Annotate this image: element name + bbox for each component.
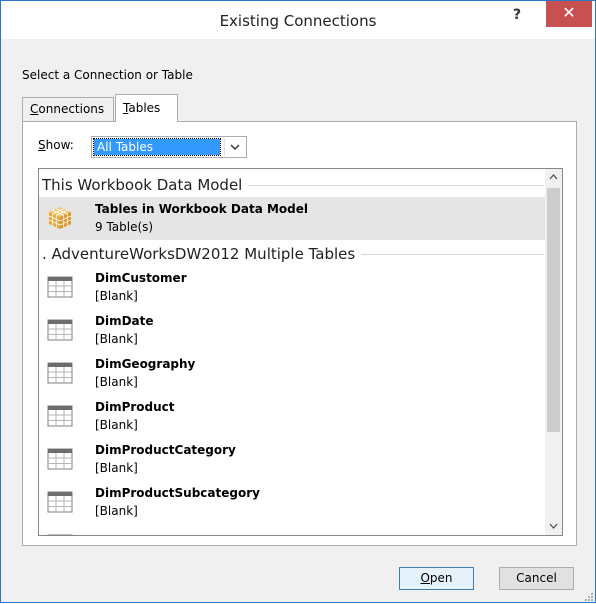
item-subtitle: [Blank] xyxy=(95,418,138,432)
tables-tab-panel: Show: All Tables This Workbook Data Mode… xyxy=(22,121,577,546)
open-button[interactable]: Open xyxy=(399,567,474,590)
group-header-label: This Workbook Data Model xyxy=(42,176,243,194)
list-item-dimgeography[interactable]: DimGeography [Blank] xyxy=(39,352,547,395)
tab-connections[interactable]: Connections xyxy=(22,97,114,121)
show-label: Show: xyxy=(38,138,74,152)
title-bar[interactable]: Existing Connections ? ✕ xyxy=(1,1,595,39)
show-dropdown[interactable]: All Tables xyxy=(91,136,247,158)
prompt-label: Select a Connection or Table xyxy=(22,68,193,82)
resize-grip-icon[interactable] xyxy=(583,590,593,601)
list-item-dimproduct[interactable]: DimProduct [Blank] xyxy=(39,395,547,438)
help-button[interactable]: ? xyxy=(504,5,530,27)
item-name: DimDate xyxy=(95,314,154,328)
item-name: DimCustomer xyxy=(95,271,187,285)
item-name: DimGeography xyxy=(95,357,196,371)
table-icon xyxy=(47,489,73,515)
item-subtitle: 9 Table(s) xyxy=(95,220,154,234)
show-label-mnemonic: S xyxy=(38,138,46,152)
item-subtitle: [Blank] xyxy=(95,504,138,518)
cancel-button[interactable]: Cancel xyxy=(499,567,574,590)
chevron-down-icon[interactable] xyxy=(224,138,245,156)
list-item-dimproductcategory[interactable]: DimProductCategory [Blank] xyxy=(39,438,547,481)
list-item-data-model[interactable]: Tables in Workbook Data Model 9 Table(s) xyxy=(39,197,547,240)
show-label-text: how: xyxy=(45,138,74,152)
item-subtitle: [Blank] xyxy=(95,375,138,389)
tab-tables[interactable]: Tables xyxy=(115,94,178,122)
list-item-dimproductsubcategory[interactable]: DimProductSubcategory [Blank] xyxy=(39,481,547,524)
list-item-dimcustomer[interactable]: DimCustomer [Blank] xyxy=(39,266,547,309)
close-button[interactable]: ✕ xyxy=(546,1,592,27)
item-name: DimProduct xyxy=(95,400,175,414)
connections-list[interactable]: This Workbook Data Model Tables in Workb… xyxy=(38,168,563,536)
show-dropdown-value: All Tables xyxy=(93,138,221,156)
table-icon xyxy=(47,446,73,472)
open-label: pen xyxy=(429,571,453,585)
table-icon xyxy=(47,403,73,429)
existing-connections-dialog: Existing Connections ? ✕ Select a Connec… xyxy=(0,0,596,603)
table-icon xyxy=(47,317,73,343)
table-icon xyxy=(47,360,73,386)
item-subtitle: [Blank] xyxy=(95,289,138,303)
item-subtitle: [Blank] xyxy=(95,332,138,346)
group-header-label: . AdventureWorksDW2012 Multiple Tables xyxy=(42,245,356,263)
tab-label: ables xyxy=(128,101,161,115)
tab-label: onnections xyxy=(38,102,105,116)
item-name: DimProductSubcategory xyxy=(95,486,260,500)
open-mnemonic: O xyxy=(420,571,430,585)
item-name: DimProductCategory xyxy=(95,443,236,457)
table-icon xyxy=(47,274,73,300)
list-item-partial[interactable] xyxy=(39,524,547,535)
table-icon xyxy=(47,532,73,535)
scroll-up-icon[interactable] xyxy=(545,169,562,186)
list-scrollbar[interactable] xyxy=(545,169,562,535)
item-name: Tables in Workbook Data Model xyxy=(95,202,309,216)
scroll-down-icon[interactable] xyxy=(545,518,562,535)
group-divider xyxy=(248,184,544,186)
group-header-adventureworks: . AdventureWorksDW2012 Multiple Tables xyxy=(42,243,544,265)
scroll-thumb[interactable] xyxy=(547,188,560,432)
group-divider xyxy=(361,253,544,255)
list-item-dimdate[interactable]: DimDate [Blank] xyxy=(39,309,547,352)
connections-list-content: This Workbook Data Model Tables in Workb… xyxy=(39,169,547,535)
cube-icon xyxy=(47,205,73,231)
group-header-workbook-data-model: This Workbook Data Model xyxy=(42,174,544,196)
dialog-body: Select a Connection or Table Connections… xyxy=(1,39,595,602)
item-subtitle: [Blank] xyxy=(95,461,138,475)
